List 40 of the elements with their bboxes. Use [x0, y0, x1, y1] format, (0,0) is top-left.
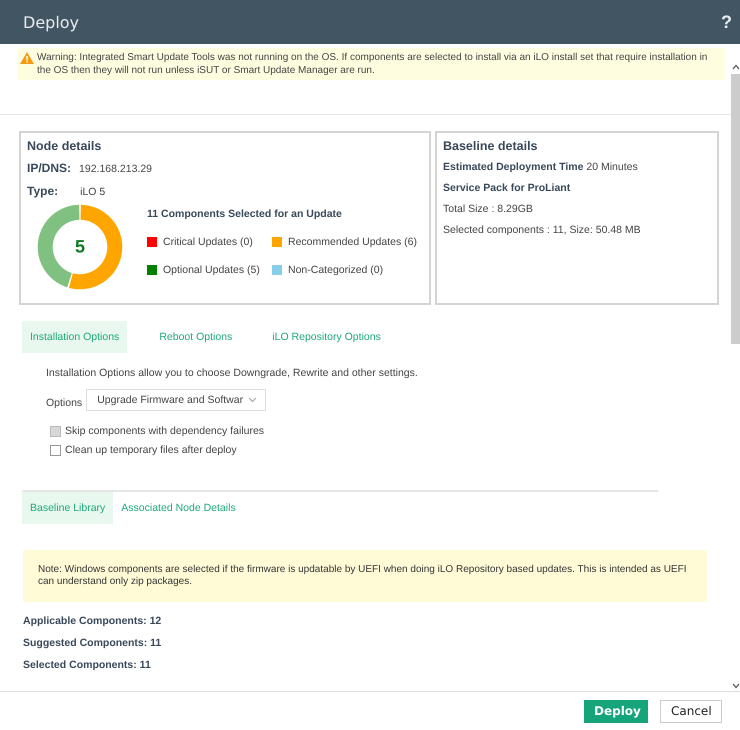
options-tab[interactable]: Reboot Options — [151, 321, 240, 353]
options-tab[interactable]: iLO Repository Options — [264, 321, 389, 353]
summary-text: 11 Components Selected for an Update — [147, 208, 343, 220]
warning-icon — [20, 52, 34, 64]
chevron-icon — [248, 397, 258, 403]
options-tab[interactable]: Installation Options — [22, 321, 128, 353]
scroll-up-icon[interactable] — [732, 64, 740, 70]
deploy-button[interactable]: Deploy — [584, 700, 648, 722]
component-count: Selected Components: 11 — [23, 659, 152, 671]
warning-text: Warning: Integrated Smart Update Tools was not running on the OS. If components are selected to install via an iLO install set that require installation in the OS then they will not run unless iSUT or Smart Update Manager are run. — [37, 51, 708, 77]
window-title: Deploy — [23, 12, 80, 32]
donut-center-count: 5 — [75, 236, 85, 258]
legend-label: Recommended Updates (6) — [288, 236, 417, 248]
detail-line: Selected components : 11, Size: 50.48 MB — [443, 224, 642, 236]
checkbox-label: Clean up temporary files after deploy — [65, 444, 237, 456]
scroll-down-icon[interactable] — [732, 683, 740, 689]
component-count: Suggested Components: 11 — [23, 637, 162, 649]
field-label: IP/DNS: — [27, 161, 72, 175]
card-title: Baseline details — [443, 139, 538, 153]
note-text: Note: Windows components are selected if the firmware is updatable by UEFI when doing iLO Repository based updates. This is intended as UEFI can understand only zip packages. — [23, 550, 707, 602]
detail-line: Total Size : 8.29GB — [443, 203, 534, 215]
help-button[interactable]: ? — [721, 12, 732, 32]
description-text: Installation Options allow you to choose Downgrade, Rewrite and other settings. — [46, 367, 419, 379]
field-label: Type: — [27, 184, 58, 198]
options-label: Options — [46, 397, 82, 409]
legend-label: Non-Categorized (0) — [288, 264, 384, 276]
legend-label: Critical Updates (0) — [163, 236, 253, 248]
checkbox-label: Skip components with dependency failures — [65, 425, 264, 437]
card-title: Node details — [27, 139, 102, 153]
node-type: iLO 5 — [80, 186, 106, 198]
library-tab[interactable]: Associated Node Details — [113, 492, 244, 524]
ip-address: 192.168.213.29 — [79, 163, 152, 175]
detail-line: Service Pack for ProLiant — [443, 182, 572, 194]
legend-label: Optional Updates (5) — [163, 264, 260, 276]
cancel-button[interactable]: Cancel — [660, 700, 722, 722]
library-tab[interactable]: Baseline Library — [22, 492, 114, 524]
options-dropdown[interactable]: Upgrade Firmware and Softwar — [86, 389, 266, 411]
component-count: Applicable Components: 12 — [23, 615, 162, 627]
checkbox[interactable] — [50, 444, 61, 456]
detail-line: Estimated Deployment Time 20 Minutes — [443, 161, 639, 173]
